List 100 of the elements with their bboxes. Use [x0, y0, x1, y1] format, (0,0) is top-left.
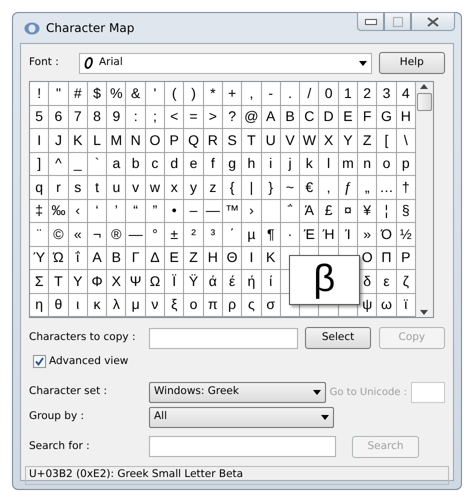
- character-cell[interactable]: ΅: [280, 200, 300, 223]
- character-cell[interactable]: ¶: [262, 223, 281, 246]
- character-cell[interactable]: ²: [184, 223, 204, 246]
- character-cell[interactable]: Η: [204, 246, 223, 270]
- character-cell[interactable]: }: [262, 176, 281, 200]
- character-cell[interactable]: ›: [242, 200, 262, 223]
- character-cell[interactable]: !: [30, 82, 50, 106]
- character-cell[interactable]: @: [242, 106, 262, 129]
- character-cell[interactable]: ±: [165, 223, 184, 246]
- character-cell[interactable]: 9: [107, 106, 126, 129]
- character-cell[interactable]: Ύ: [30, 246, 50, 270]
- character-cell[interactable]: Χ: [107, 270, 126, 294]
- character-cell[interactable]: A: [262, 106, 281, 129]
- characters-to-copy-field[interactable]: [149, 328, 298, 348]
- advanced-view-checkbox[interactable]: [33, 354, 46, 370]
- character-cell[interactable]: ή: [242, 270, 262, 294]
- character-cell[interactable]: Δ: [146, 246, 166, 270]
- character-cell[interactable]: =: [184, 106, 204, 129]
- character-cell[interactable]: η: [30, 294, 50, 317]
- character-cell[interactable]: .: [280, 82, 300, 106]
- character-cell[interactable]: G: [377, 106, 397, 129]
- character-cell[interactable]: M: [107, 129, 126, 152]
- character-cell[interactable]: Ψ: [126, 270, 146, 294]
- character-cell[interactable]: ε: [377, 270, 397, 294]
- character-cell[interactable]: {: [222, 176, 242, 200]
- character-cell[interactable]: Έ: [300, 223, 320, 246]
- character-cell[interactable]: i: [262, 152, 281, 176]
- character-cell[interactable]: Ι: [242, 246, 262, 270]
- character-cell[interactable]: I: [30, 129, 50, 152]
- character-cell[interactable]: [262, 200, 281, 223]
- character-cell[interactable]: <: [165, 106, 184, 129]
- character-cell[interactable]: Ό: [377, 223, 397, 246]
- help-button[interactable]: Help: [378, 52, 445, 74]
- character-cell[interactable]: σ: [262, 294, 281, 317]
- character-cell[interactable]: Q: [184, 129, 204, 152]
- character-cell[interactable]: Ε: [165, 246, 184, 270]
- character-cell[interactable]: d: [165, 152, 184, 176]
- character-cell[interactable]: ¤: [338, 200, 358, 223]
- character-cell[interactable]: Ϋ: [184, 270, 204, 294]
- font-dropdown[interactable]: Arial: [79, 52, 372, 74]
- character-cell[interactable]: ρ: [222, 294, 242, 317]
- character-cell[interactable]: ξ: [165, 294, 184, 317]
- character-cell[interactable]: ‹: [68, 200, 88, 223]
- scrollbar[interactable]: [416, 82, 433, 317]
- character-cell[interactable]: έ: [222, 270, 242, 294]
- character-cell[interactable]: y: [184, 176, 204, 200]
- character-cell[interactable]: N: [126, 129, 146, 152]
- character-set-dropdown[interactable]: Windows: Greek: [149, 382, 326, 403]
- character-cell[interactable]: Α: [88, 246, 108, 270]
- character-cell[interactable]: Π: [377, 246, 397, 270]
- character-cell[interactable]: ¦: [377, 200, 397, 223]
- scroll-down-icon[interactable]: [420, 310, 428, 315]
- character-cell[interactable]: ’: [107, 200, 126, 223]
- character-cell[interactable]: ®: [107, 223, 126, 246]
- character-cell[interactable]: O: [146, 129, 166, 152]
- character-cell[interactable]: :: [126, 106, 146, 129]
- character-cell[interactable]: [: [377, 129, 397, 152]
- character-cell[interactable]: «: [68, 223, 88, 246]
- character-cell[interactable]: 3: [377, 82, 397, 106]
- character-cell[interactable]: ©: [49, 223, 69, 246]
- character-cell[interactable]: ”: [146, 200, 166, 223]
- character-cell[interactable]: €: [300, 176, 320, 200]
- character-cell[interactable]: 7: [68, 106, 88, 129]
- scroll-thumb[interactable]: [416, 93, 432, 111]
- character-cell[interactable]: Ά: [300, 200, 320, 223]
- character-cell[interactable]: »: [358, 223, 378, 246]
- character-cell[interactable]: o: [377, 152, 397, 176]
- character-cell[interactable]: ί: [262, 270, 281, 294]
- character-cell[interactable]: j: [280, 152, 300, 176]
- character-cell[interactable]: ι: [68, 294, 88, 317]
- character-cell[interactable]: m: [338, 152, 358, 176]
- character-cell[interactable]: T: [242, 129, 262, 152]
- character-cell[interactable]: λ: [107, 294, 126, 317]
- character-cell[interactable]: W: [300, 129, 320, 152]
- character-cell[interactable]: e: [184, 152, 204, 176]
- character-cell[interactable]: θ: [49, 294, 69, 317]
- character-cell[interactable]: w: [146, 176, 166, 200]
- character-cell[interactable]: Z: [358, 129, 378, 152]
- character-cell[interactable]: ‰: [49, 200, 69, 223]
- character-cell[interactable]: Φ: [88, 270, 108, 294]
- character-cell[interactable]: ς: [242, 294, 262, 317]
- character-cell[interactable]: ‚: [319, 176, 339, 200]
- character-cell[interactable]: ¥: [358, 200, 378, 223]
- character-cell[interactable]: _: [68, 152, 88, 176]
- character-cell[interactable]: Σ: [30, 270, 50, 294]
- character-cell[interactable]: |: [242, 176, 262, 200]
- character-cell[interactable]: Ϊ: [165, 270, 184, 294]
- character-cell[interactable]: ,: [242, 82, 262, 106]
- character-cell[interactable]: £: [319, 200, 339, 223]
- character-cell[interactable]: (: [165, 82, 184, 106]
- character-cell[interactable]: F: [358, 106, 378, 129]
- character-cell[interactable]: ]: [30, 152, 50, 176]
- character-cell[interactable]: 2: [358, 82, 378, 106]
- character-cell[interactable]: 0: [319, 82, 339, 106]
- character-cell[interactable]: ?: [222, 106, 242, 129]
- character-cell[interactable]: v: [126, 176, 146, 200]
- character-cell[interactable]: ο: [184, 294, 204, 317]
- character-cell[interactable]: „: [358, 176, 378, 200]
- character-cell[interactable]: z: [204, 176, 223, 200]
- character-cell[interactable]: ): [184, 82, 204, 106]
